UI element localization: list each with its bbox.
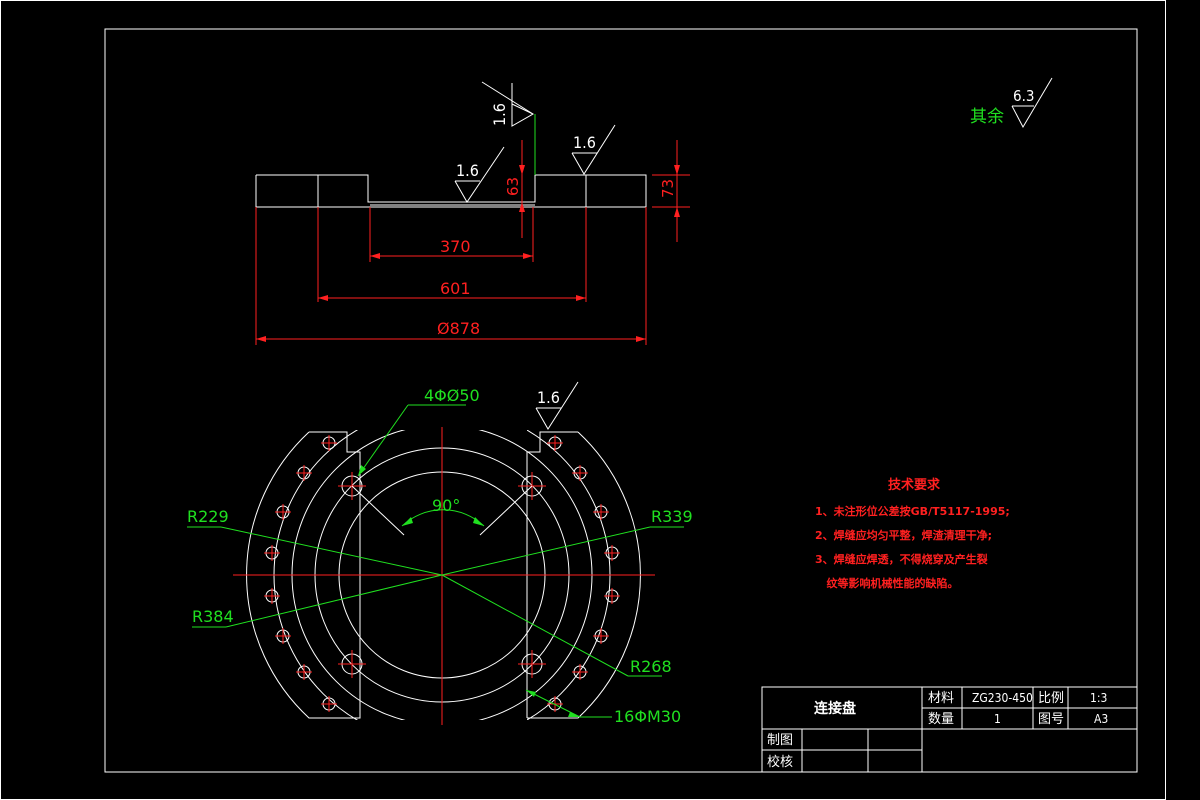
- scale-label: 比例: [1038, 691, 1064, 706]
- radius-r339: R339: [651, 507, 693, 526]
- dim-outer-diameter: Ø878: [437, 319, 480, 338]
- side-view: 370 601 Ø878 63 73 1.6 1.6 1.6: [255, 81, 690, 345]
- quantity-value: 1: [994, 712, 1001, 726]
- checked-label: 校核: [767, 754, 793, 770]
- dim-height: 73: [659, 179, 677, 198]
- technical-requirements: 技术要求 1、未注形位公差按GB/T5117-1995; 2、焊缝应均匀平整，焊…: [815, 477, 1010, 590]
- title-block: 连接盘 材料 ZG230-450 比例 1:3 数量 1 图号 A3 制图 校核: [761, 686, 1138, 773]
- large-hole-callout: 4ΦØ50: [424, 386, 480, 405]
- radius-r384: R384: [192, 607, 234, 626]
- dim-slot-depth: 63: [504, 177, 522, 196]
- general-roughness-value: 6.3: [1013, 87, 1034, 105]
- tech-item-2: 2、焊缝应均匀平整，焊渣清理干净;: [815, 528, 992, 542]
- tech-item-4: 纹等影响机械性能的缺陷。: [815, 576, 959, 590]
- material-label: 材料: [928, 691, 954, 706]
- scale-value: 1:3: [1090, 691, 1107, 705]
- part-name: 连接盘: [814, 700, 856, 717]
- drawing-no-label: 图号: [1038, 712, 1064, 727]
- roughness-vertical-value: 1.6: [490, 103, 509, 126]
- roughness-plan-symbol: 1.6: [535, 381, 579, 430]
- roughness-right-symbol: 1.6: [571, 124, 616, 175]
- roughness-vertical-symbol: 1.6: [481, 81, 536, 175]
- dim-slot-width: 370: [440, 237, 471, 256]
- roughness-slot-value: 1.6: [456, 161, 479, 180]
- small-hole-callout: 16ΦM30: [614, 707, 681, 726]
- radius-r229: R229: [187, 507, 229, 526]
- tech-item-3: 3、焊缝应焊透，不得烧穿及产生裂: [815, 552, 988, 566]
- cad-drawing: 其余 6.3 370 601 Ø878 63 73 1.6 1.6 1.6 90…: [0, 0, 1166, 800]
- material-value: ZG230-450: [972, 691, 1033, 705]
- general-roughness-prefix: 其余: [970, 107, 1004, 127]
- angle-label: 90°: [432, 496, 460, 515]
- plan-view: 90° R229 R339 R384 R268 4ΦØ50 16ΦM30 1.6: [187, 381, 693, 726]
- roughness-slot-symbol: 1.6: [454, 146, 505, 203]
- roughness-right-value: 1.6: [573, 133, 596, 152]
- dim-inner-width: 601: [440, 279, 471, 298]
- drawing-no-value: A3: [1094, 712, 1108, 726]
- drawn-label: 制图: [767, 733, 793, 748]
- roughness-plan-value: 1.6: [537, 388, 560, 407]
- general-roughness-symbol: 其余 6.3: [970, 77, 1053, 129]
- radius-r268: R268: [630, 657, 672, 676]
- tech-item-1: 1、未注形位公差按GB/T5117-1995;: [815, 504, 1010, 518]
- tech-title: 技术要求: [888, 477, 941, 493]
- quantity-label: 数量: [928, 712, 954, 727]
